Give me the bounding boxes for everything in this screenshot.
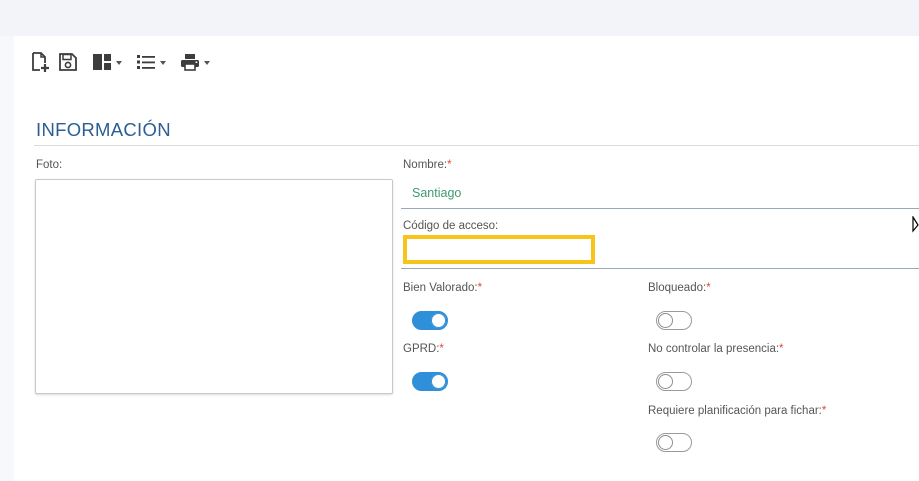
new-document-icon — [30, 51, 50, 73]
access-code-underline — [401, 268, 919, 269]
section-title: INFORMACIÓN — [36, 119, 171, 140]
layout-dropdown-button[interactable] — [92, 50, 122, 74]
save-icon — [58, 52, 78, 72]
save-button[interactable] — [58, 50, 78, 74]
no-controlar-presencia-label-text: No controlar la presencia: — [648, 343, 780, 355]
requiere-planificacion-label: Requiere planificación para fichar:* — [648, 405, 826, 417]
no-controlar-presencia-label: No controlar la presencia:* — [648, 343, 784, 355]
requiere-planificacion-toggle[interactable] — [656, 433, 692, 452]
layout-icon — [92, 52, 112, 72]
print-dropdown-button[interactable] — [180, 50, 210, 74]
toolbar — [30, 49, 218, 75]
required-mark: * — [439, 343, 444, 355]
list-icon — [136, 53, 156, 71]
new-document-button[interactable] — [30, 50, 50, 74]
no-controlar-presencia-toggle[interactable] — [656, 372, 692, 391]
photo-label: Foto: — [36, 159, 63, 171]
print-icon — [180, 52, 200, 72]
list-dropdown-button[interactable] — [136, 50, 166, 74]
bloqueado-toggle[interactable] — [656, 311, 692, 330]
gprd-label-text: GPRD: — [403, 343, 440, 355]
name-field[interactable]: Santiago — [412, 186, 461, 200]
access-code-label: Código de acceso: — [403, 220, 499, 232]
name-label: Nombre:* — [403, 159, 452, 171]
gprd-label: GPRD:* — [403, 343, 444, 355]
name-label-text: Nombre: — [403, 159, 448, 171]
bloqueado-label: Bloqueado:* — [648, 282, 711, 294]
photo-upload-area[interactable] — [35, 179, 393, 394]
bloqueado-label-text: Bloqueado: — [648, 282, 707, 294]
requiere-planificacion-label-text: Requiere planificación para fichar: — [648, 405, 822, 417]
bien-valorado-label-text: Bien Valorado: — [403, 282, 478, 294]
access-code-input[interactable] — [403, 235, 595, 264]
required-mark: * — [779, 343, 784, 355]
left-gutter — [0, 36, 14, 481]
required-mark: * — [477, 282, 483, 294]
bien-valorado-toggle[interactable] — [412, 311, 448, 330]
name-field-underline — [401, 208, 919, 209]
chevron-down-icon — [116, 60, 122, 65]
required-mark: * — [706, 282, 711, 294]
chevron-down-icon — [160, 60, 166, 65]
mouse-cursor-icon — [912, 214, 919, 239]
chevron-down-icon — [204, 60, 210, 65]
bien-valorado-label: Bien Valorado:* — [403, 282, 482, 294]
top-bar — [0, 0, 919, 36]
gprd-toggle[interactable] — [412, 372, 448, 391]
required-mark: * — [821, 405, 827, 417]
required-mark: * — [447, 159, 452, 171]
section-divider — [34, 145, 919, 146]
